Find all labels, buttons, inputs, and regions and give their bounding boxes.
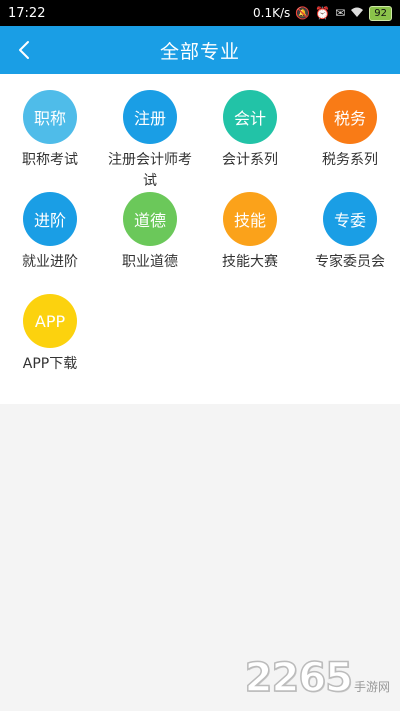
category-label: 职称考试: [22, 152, 78, 168]
category-icon: 道德: [123, 192, 177, 246]
back-button[interactable]: [0, 26, 48, 74]
category-label: 职业道德: [122, 254, 178, 270]
category-grid: 职称 职称考试 注册 注册会计师考试 会计 会计系列 税务 税务系列 进阶 就业进阶 道德 职业道德技…: [0, 74, 400, 396]
category-label: APP下载: [22, 356, 78, 372]
category-item[interactable]: 职称 职称考试: [0, 90, 100, 192]
category-item[interactable]: APP APP下载: [0, 294, 100, 396]
status-time: 17:22: [8, 5, 46, 21]
status-icons: 0.1K/s 🔕 ⏰ ✉ 92: [253, 5, 392, 21]
watermark-number: 2265: [244, 654, 354, 702]
message-icon: ✉: [335, 6, 346, 20]
category-icon: 职称: [23, 90, 77, 144]
category-item[interactable]: 税务 税务系列: [300, 90, 400, 192]
category-label: 税务系列: [322, 152, 378, 168]
app-bar: 全部专业: [0, 26, 400, 74]
page-title: 全部专业: [159, 40, 240, 63]
category-icon: 专委: [323, 192, 377, 246]
category-icon: 注册: [123, 90, 177, 144]
watermark-text: 手游网: [353, 680, 390, 694]
mute-icon: 🔕: [295, 6, 311, 20]
category-item[interactable]: 技能 技能大赛: [200, 192, 300, 294]
battery-indicator: 92: [369, 5, 392, 21]
category-icon: 会计: [223, 90, 277, 144]
category-item[interactable]: 进阶 就业进阶: [0, 192, 100, 294]
category-item[interactable]: 会计 会计系列: [200, 90, 300, 192]
category-icon: 进阶: [23, 192, 77, 246]
category-icon: APP: [23, 294, 77, 348]
network-speed: 0.1K/s: [253, 6, 291, 20]
category-label: 技能大赛: [222, 254, 278, 270]
category-label: 专家委员会: [315, 254, 385, 270]
alarm-icon: ⏰: [315, 6, 331, 20]
category-icon: 技能: [223, 192, 277, 246]
watermark-logo: 2265 手游网: [244, 654, 390, 702]
category-label: 会计系列: [222, 152, 278, 168]
category-label: 就业进阶: [22, 254, 78, 270]
wifi-icon: [350, 7, 364, 20]
chevron-left-icon: [19, 41, 29, 59]
category-label: 注册会计师考试: [108, 152, 192, 189]
category-icon: 税务: [323, 90, 377, 144]
category-panel: 职称 职称考试 注册 注册会计师考试 会计 会计系列 税务 税务系列 进阶 就业进阶 道德 职业道德技…: [0, 74, 400, 404]
category-item[interactable]: 专委 专家委员会: [300, 192, 400, 294]
status-bar: 17:22 0.1K/s 🔕 ⏰ ✉ 92: [0, 0, 400, 26]
category-item[interactable]: 注册 注册会计师考试: [100, 90, 200, 192]
category-item[interactable]: 道德 职业道德: [100, 192, 200, 294]
